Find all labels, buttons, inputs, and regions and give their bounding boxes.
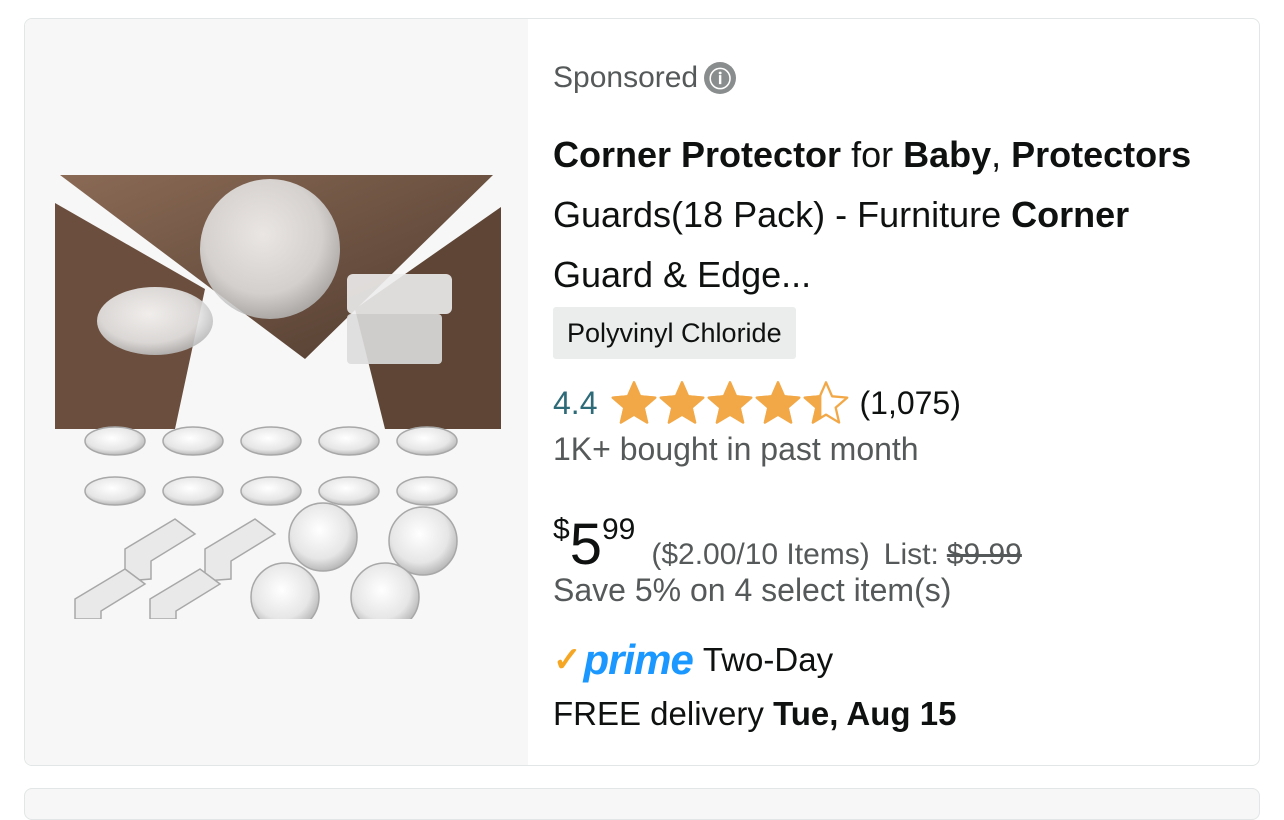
unit-price: ($2.00/10 Items)	[651, 538, 870, 571]
price-fraction: 99	[601, 513, 636, 546]
material-badge: Polyvinyl Chloride	[553, 307, 796, 359]
star-rating[interactable]	[611, 380, 849, 426]
prime-badge: ✓ prime Two-Day	[553, 635, 833, 685]
review-count[interactable]: (1,075)	[859, 385, 960, 422]
rating-value: 4.4	[553, 384, 598, 421]
delivery-prefix: FREE delivery	[553, 695, 774, 732]
prime-two-day: Two-Day	[702, 641, 834, 678]
star-icon	[756, 381, 801, 424]
rating-row[interactable]: 4.4 (1,075)	[553, 381, 961, 425]
title-part: Corner	[1011, 194, 1130, 235]
next-product-card[interactable]	[24, 788, 1260, 820]
title-part: Baby	[903, 134, 992, 175]
star-icon	[804, 381, 849, 424]
star-icon	[708, 381, 753, 424]
product-card[interactable]: Sponsored ⓘ Corner Protector for Baby, P…	[24, 18, 1260, 766]
star-icon	[660, 381, 705, 424]
title-part: Guard & Edge...	[553, 254, 812, 295]
sponsored-label: Sponsored ⓘ	[553, 61, 737, 95]
sponsored-text: Sponsored	[553, 61, 699, 94]
product-info: Sponsored ⓘ Corner Protector for Baby, P…	[553, 19, 1259, 765]
product-title-link[interactable]: Corner Protector for Baby, Protectors Gu…	[553, 125, 1233, 305]
price-symbol: $	[553, 513, 570, 546]
delivery-date: Tue, Aug 15	[773, 695, 957, 732]
info-icon[interactable]: ⓘ	[704, 62, 737, 94]
title-part: for	[841, 134, 904, 175]
title-part: Protectors	[1011, 134, 1192, 175]
product-image-area[interactable]	[25, 19, 528, 765]
list-price-label: List:	[883, 538, 939, 571]
title-part: Corner Protector	[553, 134, 842, 175]
title-part: ,	[991, 134, 1012, 175]
prime-logo: prime	[583, 636, 694, 683]
star-icon	[612, 381, 657, 424]
product-image[interactable]	[55, 169, 501, 619]
prime-check-icon: ✓	[553, 641, 582, 679]
title-part: Guards(18 Pack) - Furniture	[553, 194, 1012, 235]
bought-count: 1K+ bought in past month	[553, 431, 919, 467]
list-price: $9.99	[946, 538, 1022, 571]
delivery-info: FREE delivery Tue, Aug 15	[553, 695, 956, 733]
save-offer: Save 5% on 4 select item(s)	[553, 572, 952, 608]
